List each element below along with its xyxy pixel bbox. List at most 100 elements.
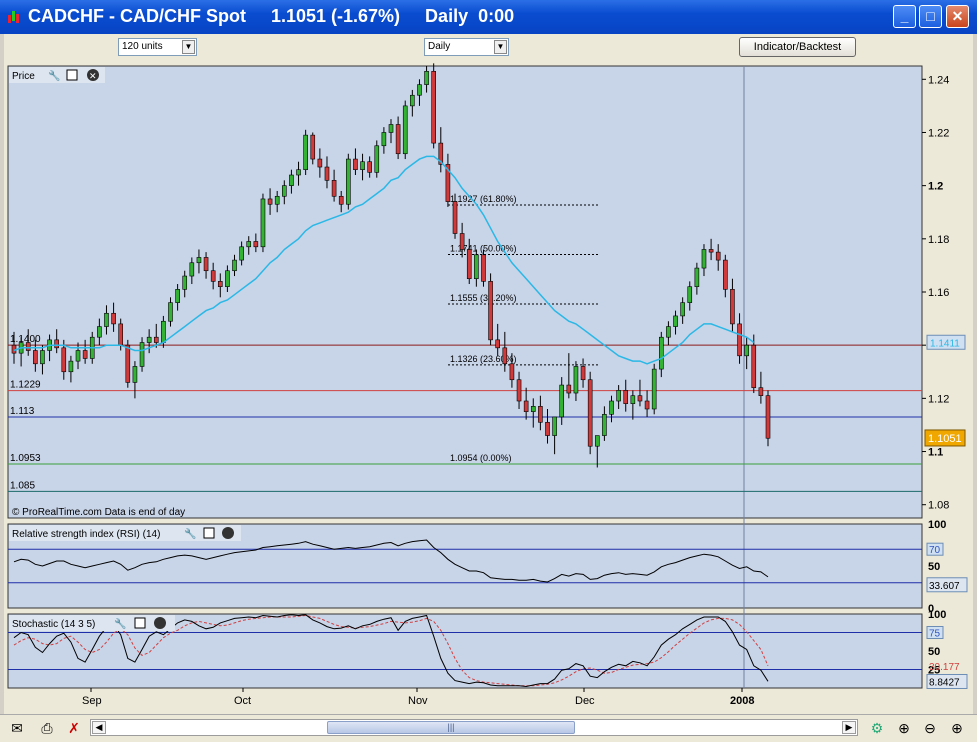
window-icon: [203, 527, 215, 539]
candle: [623, 390, 629, 404]
candle: [481, 254, 486, 282]
candle: [573, 366, 579, 394]
candle: [673, 315, 678, 327]
candle: [559, 384, 565, 418]
scroll-thumb[interactable]: |||: [327, 721, 575, 734]
window-title: CADCHF - CAD/CHF Spot 1.1051 (-1.67%) Da…: [28, 6, 515, 26]
candle: [153, 336, 159, 343]
candle: [353, 158, 358, 170]
candle: [68, 360, 74, 373]
candle: [580, 366, 586, 381]
candle: [474, 254, 479, 280]
candle: [644, 400, 650, 410]
current-price-text: 1.1051: [928, 433, 962, 445]
stoch-k-value-text: 30.177: [929, 662, 960, 673]
candle: [602, 414, 607, 436]
candle: [737, 323, 742, 357]
chevron-down-icon: ▼: [182, 40, 195, 54]
price-panel-label: Price: [12, 71, 35, 82]
indicator-backtest-button[interactable]: Indicator/Backtest: [739, 37, 856, 57]
candle: [196, 257, 202, 264]
candle: [730, 289, 735, 325]
chart-area: 1.1400 1.1229 1.113 1.0953 1.085 1.1927 (61.8…: [4, 62, 973, 714]
candle: [139, 342, 145, 367]
candle: [303, 134, 308, 170]
window-icon: [66, 69, 78, 81]
units-select[interactable]: 120 units ▼: [118, 38, 197, 56]
candle: [289, 174, 294, 186]
chart-svg[interactable]: 1.1400 1.1229 1.113 1.0953 1.085 1.1927 (61.8…: [4, 62, 973, 714]
candle: [274, 195, 280, 205]
minimize-button[interactable]: _: [893, 5, 916, 28]
candle: [630, 395, 636, 404]
candle: [466, 249, 472, 280]
support-line-label: 1.113: [10, 406, 35, 417]
candle: [267, 198, 273, 205]
candle: [317, 158, 323, 168]
candle: [203, 257, 209, 272]
maximize-button[interactable]: □: [919, 5, 942, 28]
candle: [509, 363, 515, 381]
candle: [75, 350, 81, 362]
support-line-label: 1.0953: [10, 453, 41, 464]
candle: [495, 339, 500, 349]
candle: [253, 241, 259, 248]
zoom-out-icon[interactable]: ⊖: [919, 718, 941, 738]
wrench-icon: 🔧: [184, 527, 196, 540]
candle: [111, 312, 116, 325]
candle: [381, 132, 387, 147]
candle: [516, 379, 522, 402]
chart-settings-icon[interactable]: ⚙: [866, 718, 888, 738]
wrench-icon: 🔧: [114, 617, 126, 630]
zoom-area-icon[interactable]: ⊕: [893, 718, 915, 738]
delete-icon[interactable]: ✗: [63, 718, 85, 738]
candle: [324, 166, 330, 181]
candle: [125, 344, 131, 383]
mail-icon[interactable]: ✉: [6, 718, 28, 738]
candle: [175, 289, 180, 303]
window-icon: [134, 617, 146, 629]
candle: [538, 406, 543, 423]
zoom-in-icon[interactable]: ⊕: [946, 718, 968, 738]
horizontal-scrollbar[interactable]: ◀ ||| ▶: [90, 719, 858, 736]
candle: [260, 198, 266, 248]
price-tick-label: 1.18: [928, 234, 949, 246]
stoch-tick-label: 100: [928, 609, 946, 621]
title-bar: CADCHF - CAD/CHF Spot 1.1051 (-1.67%) Da…: [0, 0, 977, 34]
print-icon[interactable]: ⎙: [36, 718, 58, 738]
candle: [118, 323, 123, 346]
price-tick-label: 1.1: [928, 447, 943, 459]
candle: [104, 312, 109, 327]
x-axis-label: 2008: [730, 695, 754, 707]
price-tick-label: 1.24: [928, 74, 949, 86]
candle: [310, 134, 316, 160]
candle: [708, 249, 714, 253]
price-tick-label: 1.22: [928, 127, 949, 139]
scroll-left-icon[interactable]: ◀: [92, 721, 106, 734]
candle: [530, 406, 536, 412]
candle: [680, 302, 685, 317]
candle: [338, 195, 344, 205]
candle: [189, 262, 195, 277]
candle: [246, 241, 252, 248]
candle: [210, 270, 216, 282]
close-button[interactable]: ✕: [946, 5, 969, 28]
ma-value-text: 1.1411: [930, 338, 960, 349]
chart-toolbar: 120 units ▼ Daily ▼ Indicator/Backtest: [4, 34, 973, 62]
period-select[interactable]: Daily ▼: [424, 38, 509, 56]
units-select-value: 120 units: [122, 41, 163, 52]
scroll-right-icon[interactable]: ▶: [842, 721, 856, 734]
candle: [609, 400, 614, 415]
support-line-label: 1.1229: [10, 380, 41, 391]
candle: [459, 233, 465, 250]
candle: [239, 246, 244, 261]
candle: [296, 169, 301, 176]
support-line-label: 1.085: [10, 480, 35, 491]
app-icon: [8, 11, 19, 23]
price-tick-label: 1.08: [928, 500, 949, 512]
candle: [566, 384, 572, 394]
stoch-level-text: 75: [929, 629, 941, 640]
candle: [346, 158, 351, 205]
candle: [758, 387, 764, 396]
candle: [161, 320, 166, 343]
